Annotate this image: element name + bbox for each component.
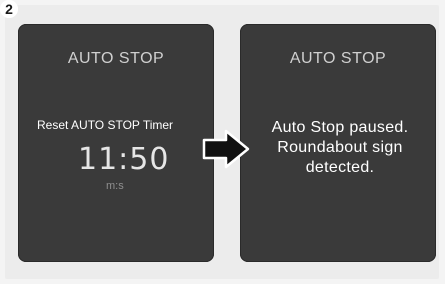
arrow-right-icon bbox=[202, 129, 250, 169]
message-line: Roundabout sign bbox=[277, 139, 403, 156]
panel-title-left: AUTO STOP bbox=[67, 50, 165, 67]
reset-auto-stop-timer-label[interactable]: Reset AUTO STOP Timer bbox=[37, 118, 173, 132]
message-line: Auto Stop paused. bbox=[271, 119, 409, 136]
timer-unit-label: m:s bbox=[106, 180, 124, 192]
auto-stop-paused-message: Auto Stop paused. Roundabout sign detect… bbox=[252, 118, 428, 178]
step-2-badge: 2 bbox=[0, 0, 18, 18]
message-line: detected. bbox=[305, 159, 375, 176]
panel-title-right: AUTO STOP bbox=[289, 50, 387, 67]
auto-stop-timer-value: 11:50 bbox=[78, 142, 170, 177]
